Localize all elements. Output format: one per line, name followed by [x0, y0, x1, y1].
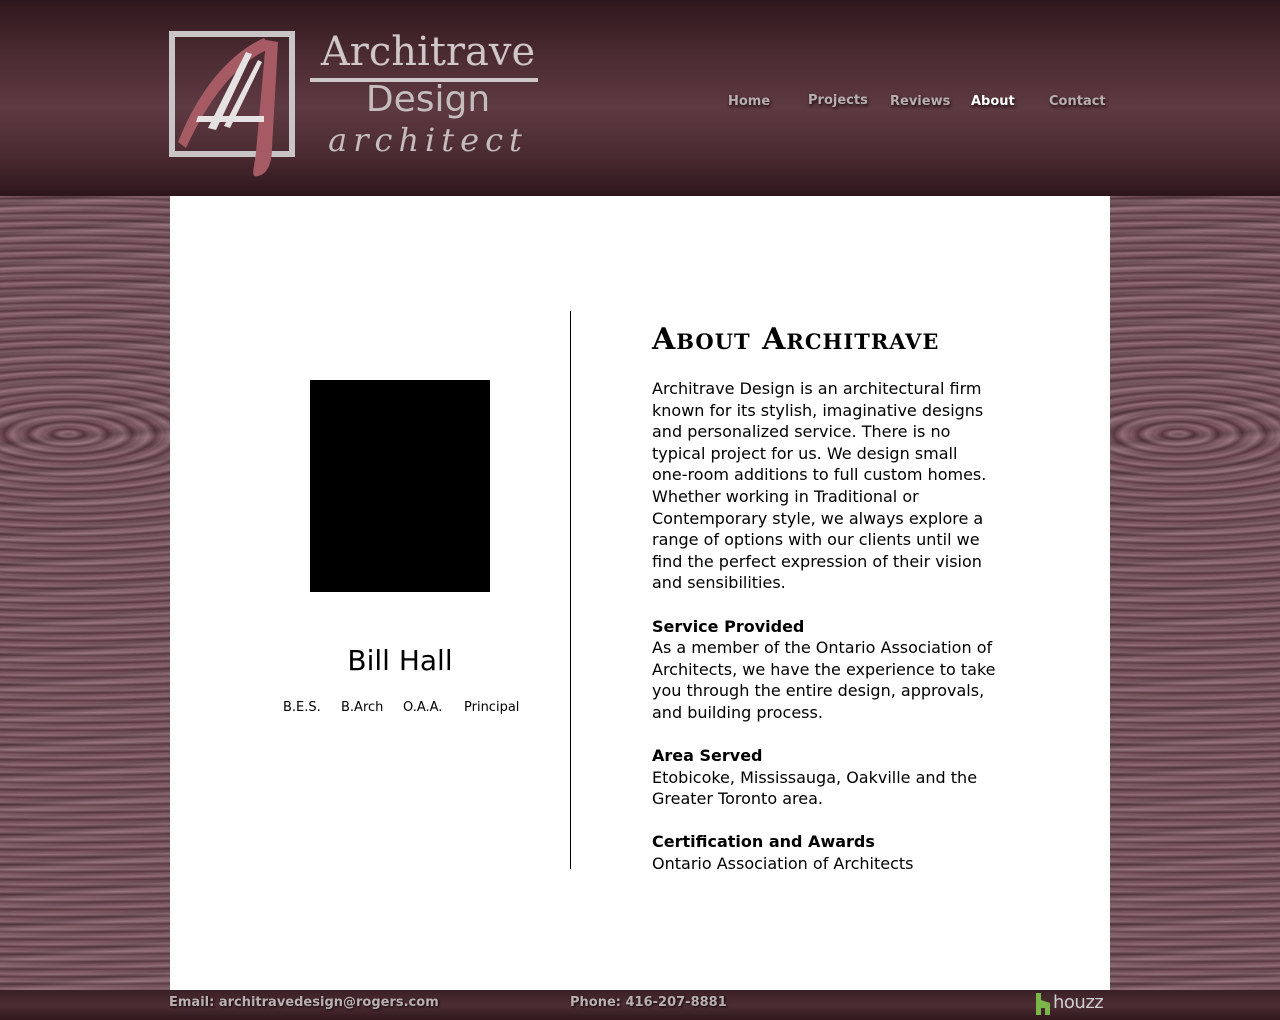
footer-email-link[interactable]: Email: architravedesign@rogers.com	[169, 995, 439, 1010]
logo-rule	[310, 78, 538, 82]
section-area: Area Served Etobicoke, Mississauga, Oakv…	[652, 745, 997, 810]
main-nav: Home Projects Reviews About Contact	[700, 93, 1120, 118]
vertical-divider	[570, 311, 571, 869]
section-heading: Area Served	[652, 746, 763, 766]
wood-panel-right	[1110, 196, 1280, 990]
section-heading: Service Provided	[652, 616, 805, 636]
site-logo[interactable]: Architrave Design architect	[168, 30, 548, 180]
profile-name: Bill Hall	[347, 644, 453, 677]
logo-wordmark: Architrave Design architect	[308, 30, 548, 160]
logo-line-architrave: Architrave	[320, 29, 536, 75]
houzz-wordmark: houzz	[1053, 992, 1104, 1013]
about-body: Architrave Design is an architectural fi…	[652, 378, 997, 896]
section-text: Ontario Association of Architects	[652, 854, 914, 874]
monogram-logo-icon	[169, 31, 295, 177]
credential-principal: Principal	[464, 700, 520, 715]
nav-about[interactable]: About	[971, 94, 1015, 109]
nav-contact[interactable]: Contact	[1049, 94, 1106, 109]
site-header: Architrave Design architect Home Project…	[0, 0, 1280, 196]
profile-credentials: B.E.S. B.Arch O.A.A. Principal	[282, 700, 522, 720]
houzz-icon	[1036, 993, 1050, 1015]
nav-projects[interactable]: Projects	[808, 93, 868, 108]
credential-barch: B.Arch	[341, 700, 384, 715]
page-title: About Architrave	[652, 322, 940, 358]
nav-home[interactable]: Home	[728, 94, 770, 109]
logo-line-architect: architect	[328, 121, 528, 159]
section-service: Service Provided As a member of the Onta…	[652, 616, 997, 724]
section-heading: Certification and Awards	[652, 832, 875, 852]
wood-panel-left	[0, 196, 170, 990]
logo-line-design: Design	[365, 79, 491, 120]
about-intro: Architrave Design is an architectural fi…	[652, 379, 987, 593]
section-text: As a member of the Ontario Association o…	[652, 638, 996, 722]
credential-bes: B.E.S.	[283, 700, 321, 715]
section-text: Etobicoke, Mississauga, Oakville and the…	[652, 767, 978, 809]
credential-oaa: O.A.A.	[403, 700, 443, 715]
section-certification: Certification and Awards Ontario Associa…	[652, 831, 997, 874]
main-content: Bill Hall B.E.S. B.Arch O.A.A. Principal…	[170, 196, 1110, 990]
houzz-link[interactable]: houzz	[1036, 992, 1110, 1016]
footer-phone: Phone: 416-207-8881	[570, 995, 727, 1010]
nav-reviews[interactable]: Reviews	[890, 94, 950, 109]
site-footer: Email: architravedesign@rogers.com Phone…	[0, 990, 1280, 1020]
profile-photo	[310, 380, 490, 592]
